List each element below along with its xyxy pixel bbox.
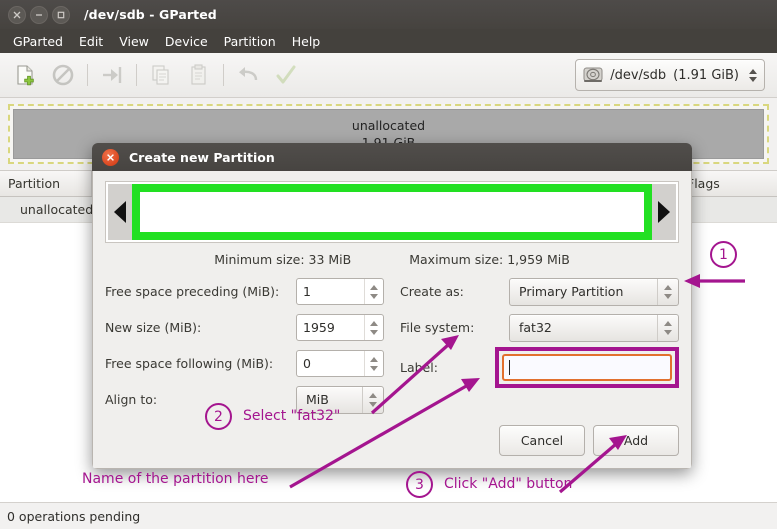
toolbar: /dev/sdb (1.91 GiB) — [0, 53, 777, 98]
dialog-title: Create new Partition — [129, 149, 275, 165]
free-space-preceding-stepper[interactable]: 1 — [296, 278, 384, 305]
minimize-window-button[interactable] — [30, 5, 48, 24]
resize-handle-right[interactable] — [652, 184, 676, 240]
resize-handle-left[interactable] — [108, 184, 132, 240]
create-as-spinner-icon[interactable] — [657, 278, 678, 305]
field-free-space-preceding: Free space preceding (MiB): 1 — [105, 278, 384, 305]
toolbar-separator — [136, 64, 137, 86]
file-system-label: File system: — [400, 320, 475, 335]
dialog-close-button[interactable] — [102, 148, 119, 166]
form-column-left: Free space preceding (MiB): 1 New size (… — [105, 278, 384, 414]
paste-button[interactable] — [180, 57, 218, 93]
menu-help[interactable]: Help — [285, 32, 328, 51]
title-bar: /dev/sdb - GParted — [0, 0, 777, 29]
free-space-preceding-spinner-icon[interactable] — [364, 279, 383, 304]
label-field-highlight — [495, 347, 679, 388]
create-as-value: Primary Partition — [519, 284, 624, 299]
status-text: 0 operations pending — [7, 508, 141, 524]
menu-edit[interactable]: Edit — [72, 32, 110, 51]
create-new-partition-dialog: Create new Partition Minimum size: 33 Mi… — [92, 143, 692, 469]
field-new-size: New size (MiB): 1959 — [105, 314, 384, 341]
maximum-size-label: Maximum size: 1,959 MiB — [409, 252, 570, 267]
align-to-value: MiB — [306, 392, 329, 407]
file-system-value: fat32 — [519, 320, 552, 335]
add-button[interactable]: Add — [593, 425, 679, 456]
resize-move-button[interactable] — [93, 57, 131, 93]
window-controls — [8, 5, 70, 24]
align-to-label: Align to: — [105, 392, 158, 407]
align-to-spinner-icon[interactable] — [362, 386, 383, 413]
menu-partition[interactable]: Partition — [217, 32, 283, 51]
device-selector[interactable]: /dev/sdb (1.91 GiB) — [575, 59, 765, 91]
file-system-spinner-icon[interactable] — [657, 314, 678, 341]
preview-partition-block[interactable] — [132, 184, 652, 240]
new-size-value[interactable]: 1959 — [297, 315, 364, 340]
row-partition-name: unallocated — [20, 202, 94, 217]
maximize-window-button[interactable] — [52, 5, 70, 24]
minimum-size-label: Minimum size: 33 MiB — [214, 252, 352, 267]
create-as-label: Create as: — [400, 284, 464, 299]
text-caret — [509, 360, 510, 375]
free-space-following-spinner-icon[interactable] — [364, 351, 383, 376]
new-size-stepper[interactable]: 1959 — [296, 314, 384, 341]
label-label: Label: — [400, 360, 438, 375]
dialog-form: Free space preceding (MiB): 1 New size (… — [105, 277, 679, 414]
new-size-spinner-icon[interactable] — [364, 315, 383, 340]
menu-gparted[interactable]: GParted — [6, 32, 70, 51]
label-input[interactable] — [502, 354, 672, 381]
column-header-partition[interactable]: Partition — [0, 171, 92, 196]
dialog-title-bar: Create new Partition — [92, 143, 692, 171]
apply-button[interactable] — [267, 57, 305, 93]
undo-button[interactable] — [229, 57, 267, 93]
free-space-preceding-value[interactable]: 1 — [297, 279, 364, 304]
menu-view[interactable]: View — [112, 32, 156, 51]
align-to-dropdown[interactable]: MiB — [296, 385, 384, 414]
status-bar: 0 operations pending — [0, 502, 777, 529]
free-space-following-stepper[interactable]: 0 — [296, 350, 384, 377]
menu-bar: GParted Edit View Device Partition Help — [0, 29, 777, 53]
disk-partition-name: unallocated — [351, 118, 426, 133]
free-space-following-value[interactable]: 0 — [297, 351, 364, 376]
create-as-dropdown[interactable]: Primary Partition — [509, 277, 679, 306]
new-partition-button[interactable] — [6, 57, 44, 93]
copy-button[interactable] — [142, 57, 180, 93]
hard-disk-icon — [583, 67, 603, 82]
field-create-as: Create as: Primary Partition — [400, 277, 679, 306]
field-align-to: Align to: MiB — [105, 385, 384, 414]
device-spinner-icon[interactable] — [746, 68, 760, 82]
menu-device[interactable]: Device — [158, 32, 215, 51]
partition-preview — [105, 181, 679, 243]
free-space-following-label: Free space following (MiB): — [105, 356, 274, 371]
field-label: Label: — [400, 347, 679, 388]
column-header-flags[interactable]: Flags — [679, 171, 777, 196]
field-file-system: File system: fat32 — [400, 313, 679, 342]
new-size-label: New size (MiB): — [105, 320, 202, 335]
device-name: /dev/sdb — [610, 67, 667, 83]
device-size: (1.91 GiB) — [673, 67, 739, 83]
dialog-body: Minimum size: 33 MiB Maximum size: 1,959… — [92, 171, 692, 469]
delete-partition-button[interactable] — [44, 57, 82, 93]
field-free-space-following: Free space following (MiB): 0 — [105, 350, 384, 377]
close-window-button[interactable] — [8, 5, 26, 24]
toolbar-separator — [223, 64, 224, 86]
cancel-button[interactable]: Cancel — [499, 425, 585, 456]
size-limits: Minimum size: 33 MiB Maximum size: 1,959… — [105, 252, 679, 267]
window-title: /dev/sdb - GParted — [84, 7, 217, 22]
dialog-actions: Cancel Add — [105, 425, 679, 456]
form-column-right: Create as: Primary Partition File system… — [400, 277, 679, 413]
free-space-preceding-label: Free space preceding (MiB): — [105, 284, 280, 299]
file-system-dropdown[interactable]: fat32 — [509, 313, 679, 342]
toolbar-separator — [87, 64, 88, 86]
